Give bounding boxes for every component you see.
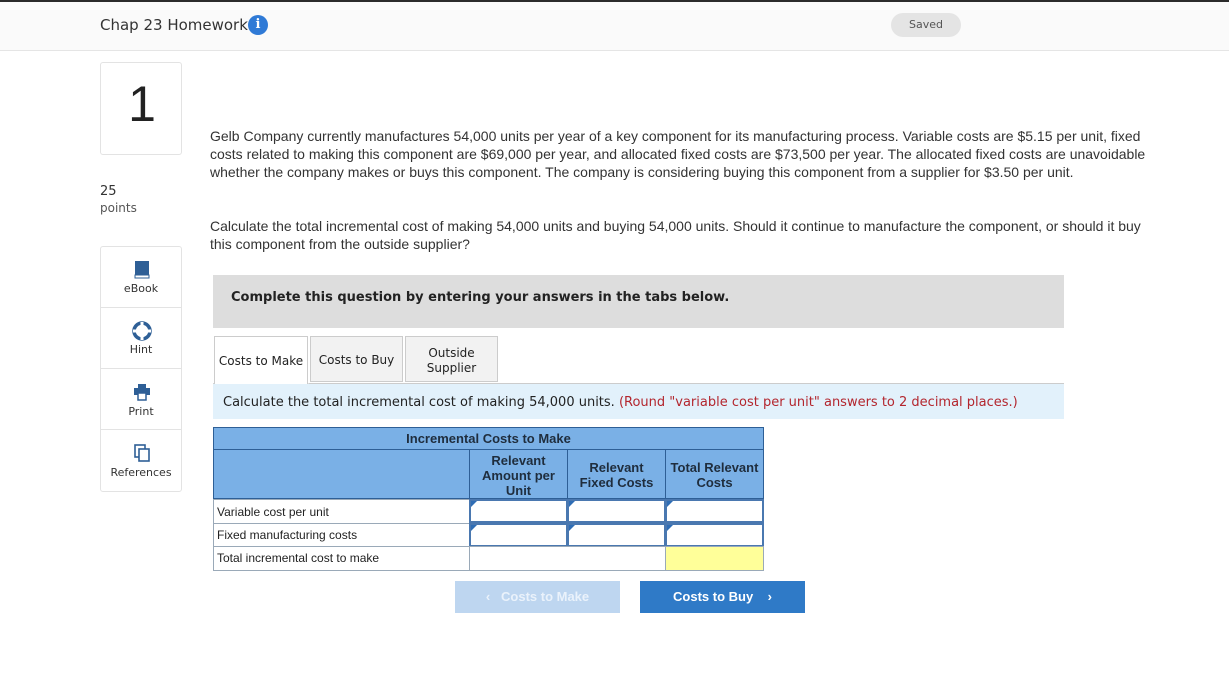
instruction-box: Complete this question by entering your … xyxy=(213,275,1064,328)
input-fixed-fixed-costs[interactable] xyxy=(567,523,666,547)
table-title: Incremental Costs to Make xyxy=(213,427,764,450)
input-variable-amount-per-unit[interactable] xyxy=(469,499,568,523)
input-fixed-total[interactable] xyxy=(665,523,764,547)
table-header-blank xyxy=(213,449,470,499)
calc-instruction: Calculate the total incremental cost of … xyxy=(223,395,1018,410)
calc-instruction-bar: Calculate the total incremental cost of … xyxy=(213,384,1064,419)
next-tab-button[interactable]: Costs to Buy › xyxy=(640,581,805,613)
print-button[interactable]: Print xyxy=(101,369,181,430)
input-fixed-amount-per-unit[interactable] xyxy=(469,523,568,547)
tab-outside-supplier-line2: Supplier xyxy=(426,361,477,375)
points-label: points xyxy=(100,201,137,215)
col-header-fixed-line1: Relevant xyxy=(589,460,644,475)
tools-panel: eBook Hint Print References xyxy=(100,246,182,492)
col-header-amount-line1: Relevant xyxy=(491,453,546,468)
assignment-title: Chap 23 Homework xyxy=(100,16,248,34)
col-header-total-relevant: Total Relevant Costs xyxy=(665,449,764,499)
ebook-button[interactable]: eBook xyxy=(101,247,181,308)
input-variable-total[interactable] xyxy=(665,499,764,523)
col-header-total-line2: Costs xyxy=(696,475,733,490)
tab-costs-to-buy[interactable]: Costs to Buy xyxy=(310,336,403,382)
input-variable-fixed-costs[interactable] xyxy=(567,499,666,523)
question-number-box: 1 xyxy=(100,62,182,155)
col-header-amount-line2: Amount per xyxy=(482,468,555,483)
col-header-amount-per-unit: Relevant Amount per Unit xyxy=(469,449,568,499)
calc-instruction-text: Calculate the total incremental cost of … xyxy=(223,395,615,410)
chevron-left-icon: ‹ xyxy=(485,589,491,604)
lifebuoy-icon xyxy=(132,321,152,341)
tool-label-hint: Hint xyxy=(129,343,153,356)
question-prompt: Calculate the total incremental cost of … xyxy=(210,218,1141,252)
hint-button[interactable]: Hint xyxy=(101,308,181,369)
book-icon xyxy=(134,261,150,279)
row-label-total-incremental: Total incremental cost to make xyxy=(213,546,470,571)
tool-label-print: Print xyxy=(128,405,154,418)
points-value: 25 xyxy=(100,184,117,199)
row-label-fixed-manufacturing: Fixed manufacturing costs xyxy=(213,523,470,547)
tool-label-references: References xyxy=(110,466,172,479)
tool-label-ebook: eBook xyxy=(123,282,159,295)
references-button[interactable]: References xyxy=(101,430,181,491)
col-header-fixed-line2: Fixed Costs xyxy=(579,475,654,490)
tab-costs-to-make[interactable]: Costs to Make xyxy=(214,336,308,384)
prev-tab-label: Costs to Make xyxy=(501,589,590,604)
tab-outside-supplier-line1: Outside xyxy=(428,346,475,360)
rounding-note: (Round "variable cost per unit" answers … xyxy=(618,395,1018,410)
total-row-blank xyxy=(469,546,666,571)
incremental-costs-table: Incremental Costs to Make Relevant Amoun… xyxy=(213,427,764,571)
total-incremental-cost-cell xyxy=(665,546,764,571)
question-number: 1 xyxy=(128,76,156,132)
chevron-right-icon: › xyxy=(767,589,772,604)
next-tab-label: Costs to Buy xyxy=(673,589,754,604)
documents-icon xyxy=(134,444,150,462)
col-header-amount-line3: Unit xyxy=(505,483,532,498)
info-icon[interactable]: i xyxy=(248,15,268,35)
row-label-variable-cost: Variable cost per unit xyxy=(213,499,470,524)
question-text: Gelb Company currently manufactures 54,0… xyxy=(210,128,1146,180)
instruction-text: Complete this question by entering your … xyxy=(231,290,730,305)
printer-icon xyxy=(134,384,150,401)
col-header-fixed-costs: Relevant Fixed Costs xyxy=(567,449,666,499)
tab-outside-supplier[interactable]: Outside Supplier xyxy=(405,336,498,382)
col-header-total-line1: Total Relevant xyxy=(670,460,759,475)
saved-badge: Saved xyxy=(891,13,961,37)
assignment-header: Chap 23 Homework i Saved xyxy=(0,2,1229,51)
prev-tab-button[interactable]: ‹ Costs to Make xyxy=(455,581,620,613)
